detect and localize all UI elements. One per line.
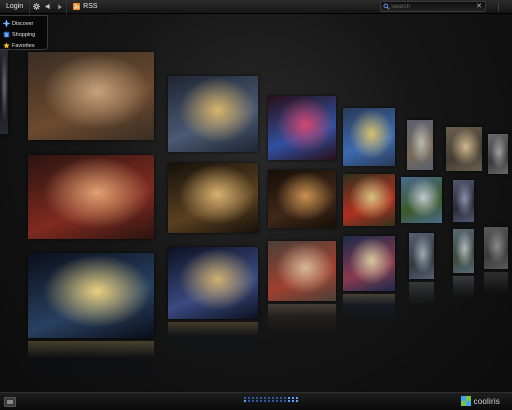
photo-reflection — [343, 294, 395, 322]
scrubber[interactable] — [244, 397, 300, 402]
photo-ferris-lights[interactable] — [268, 96, 336, 160]
scrubber-dot — [260, 400, 262, 402]
scrubber-dot — [244, 400, 246, 402]
photo-shop-shelves[interactable] — [343, 236, 395, 291]
speaker-icon[interactable] — [42, 0, 54, 14]
discover-icon — [3, 20, 10, 27]
brand-logo[interactable]: cooliris — [460, 396, 501, 406]
photo-trees-road[interactable] — [401, 177, 442, 223]
scrubber-dot — [280, 400, 282, 402]
menu-item-favorites[interactable]: Favorites — [0, 40, 47, 51]
photo-reflection — [168, 322, 258, 358]
cooliris-app: Login RSS ✕ — [0, 0, 512, 410]
menu-item-label: Shopping — [12, 31, 36, 38]
scrubber-dot — [248, 400, 250, 402]
photo-storefronts[interactable] — [268, 241, 336, 301]
photo-reflection — [409, 282, 434, 305]
scrubber-dot — [296, 400, 298, 402]
scrubber-dot — [244, 397, 246, 399]
scrubber-dot — [252, 400, 254, 402]
scrubber-dot — [256, 400, 258, 402]
scrubber-dot — [256, 397, 258, 399]
star-icon — [3, 42, 10, 49]
scrubber-dot — [276, 400, 278, 402]
photo-market-stall[interactable] — [343, 108, 395, 166]
scrubber-dot — [268, 400, 270, 402]
scrubber-dot — [260, 397, 262, 399]
top-toolbar: Login RSS ✕ — [0, 0, 512, 14]
gear-icon[interactable] — [30, 0, 42, 14]
toolbar-divider — [66, 0, 68, 14]
rss-label: RSS — [83, 3, 98, 10]
photo-gray-square[interactable] — [484, 227, 508, 269]
scrubber-dot — [292, 397, 294, 399]
rss-feed-button[interactable]: RSS — [73, 3, 98, 10]
photo-left-edge[interactable] — [0, 48, 8, 134]
rss-icon — [73, 3, 81, 10]
search-box[interactable]: ✕ — [380, 1, 486, 12]
scrubber-dot — [264, 397, 266, 399]
scrubber-dot — [288, 397, 290, 399]
scrubber-dot — [296, 397, 298, 399]
toolbar-corner — [490, 0, 512, 14]
login-link[interactable]: Login — [0, 0, 29, 14]
photo-reflection — [28, 341, 154, 384]
scrubber-dot — [268, 397, 270, 399]
source-menu: Discover $ Shopping Favorites — [0, 15, 48, 50]
photo-kiosk-night[interactable] — [28, 155, 154, 239]
menu-item-shopping[interactable]: $ Shopping — [0, 29, 47, 40]
photo-reflection — [484, 272, 508, 293]
photo-reflection — [453, 276, 474, 298]
close-icon[interactable]: ✕ — [476, 2, 482, 11]
photo-tower-day[interactable] — [407, 120, 433, 170]
scrubber-dot — [288, 400, 290, 402]
photo-river-trees[interactable] — [453, 229, 474, 273]
scrubber-dot — [276, 397, 278, 399]
bottom-bar: cooliris — [0, 392, 512, 410]
menu-item-label: Discover — [12, 20, 34, 27]
menu-item-discover[interactable]: Discover — [0, 18, 47, 29]
photo-night-harbor[interactable] — [28, 253, 154, 338]
photo-reflection — [268, 304, 336, 334]
photo-city-lights[interactable] — [168, 247, 258, 319]
cooliris-logo-icon — [460, 396, 471, 406]
scrubber-dot — [272, 397, 274, 399]
photo-shop-window[interactable] — [343, 174, 395, 226]
search-icon — [381, 3, 391, 10]
photo-gray-street[interactable] — [488, 134, 508, 174]
scrubber-dot — [280, 397, 282, 399]
photo-wall[interactable] — [0, 0, 512, 392]
scrubber-dot — [252, 397, 254, 399]
search-input[interactable] — [391, 3, 471, 10]
photo-arcade-lights[interactable] — [268, 170, 336, 228]
menu-item-label: Favorites — [12, 42, 35, 49]
scrubber-dot — [272, 400, 274, 402]
photo-building-shop[interactable] — [446, 127, 482, 171]
scrubber-dot — [248, 397, 250, 399]
play-next-icon[interactable] — [54, 0, 66, 14]
photo-shop-street[interactable] — [28, 52, 154, 140]
scrubber-dot — [264, 400, 266, 402]
brand-name: cooliris — [473, 396, 500, 406]
scrubber-dot — [284, 400, 286, 402]
shopping-icon: $ — [3, 31, 10, 38]
photo-palace-facade[interactable] — [168, 163, 258, 233]
scrubber-dot — [284, 397, 286, 399]
grid-view-icon[interactable] — [4, 397, 16, 407]
scrubber-dot — [292, 400, 294, 402]
photo-bridge-dusk[interactable] — [453, 180, 474, 222]
photo-bikes-night[interactable] — [168, 76, 258, 152]
photo-lamppost[interactable] — [409, 233, 434, 279]
svg-text:$: $ — [5, 32, 8, 38]
